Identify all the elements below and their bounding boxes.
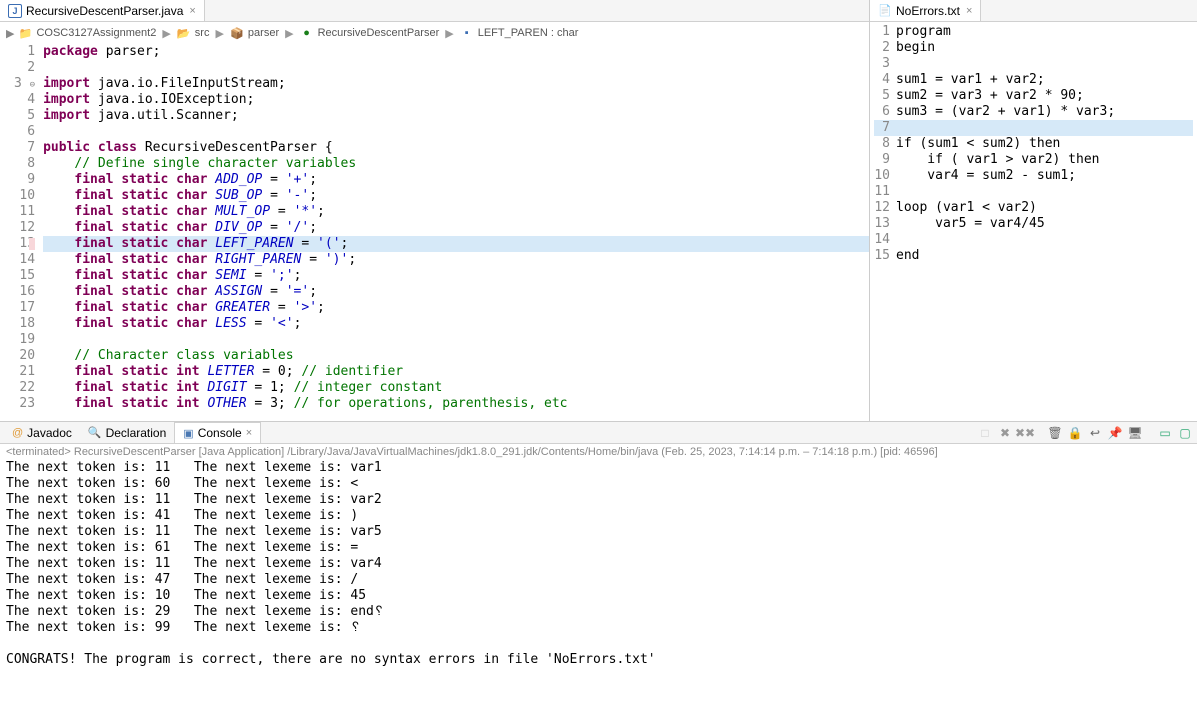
scroll-lock-icon[interactable]: 🔒 [1067, 425, 1083, 441]
text-file-icon: 📄 [878, 4, 892, 18]
close-icon[interactable]: × [189, 5, 195, 17]
tab-javadoc[interactable]: @ Javadoc [4, 422, 80, 443]
package-icon: 📦 [230, 26, 244, 40]
breadcrumb-src[interactable]: src [195, 27, 210, 39]
tab-java-file[interactable]: J RecursiveDescentParser.java × [0, 0, 205, 21]
project-icon: 📁 [18, 26, 32, 40]
declaration-icon: 🔍 [88, 426, 102, 439]
tab-console[interactable]: ▣ Console × [174, 422, 261, 443]
chevron-right-icon: ▶ [445, 27, 453, 40]
java-file-icon: J [8, 4, 22, 18]
tab-declaration[interactable]: 🔍 Declaration [80, 422, 174, 443]
close-icon[interactable]: × [966, 5, 972, 17]
remove-all-icon[interactable]: ✖✖ [1017, 425, 1033, 441]
close-icon[interactable]: × [246, 427, 252, 439]
views-tab-bar: @ Javadoc 🔍 Declaration ▣ Console × □ ✖ … [0, 422, 1197, 444]
minimize-icon[interactable]: ▭ [1157, 425, 1173, 441]
right-tab-bar: 📄 NoErrors.txt × [870, 0, 1197, 22]
javadoc-icon: @ [12, 427, 23, 439]
chevron-right-icon[interactable]: ▶ [6, 27, 14, 40]
tab-label: Declaration [106, 426, 167, 440]
console-status: <terminated> RecursiveDescentParser [Jav… [0, 444, 1197, 460]
chevron-right-icon: ▶ [215, 27, 223, 40]
bottom-panel: @ Javadoc 🔍 Declaration ▣ Console × □ ✖ … [0, 422, 1197, 708]
remove-launch-icon[interactable]: ✖ [997, 425, 1013, 441]
code-content[interactable]: package parser; import java.io.FileInput… [43, 44, 869, 421]
word-wrap-icon[interactable]: ↩ [1087, 425, 1103, 441]
tab-label: Javadoc [27, 426, 72, 440]
blank-icon[interactable]: □ [977, 425, 993, 441]
display-console-icon[interactable]: 🖥 [1127, 425, 1143, 441]
chevron-right-icon: ▶ [285, 27, 293, 40]
right-editor-pane: 📄 NoErrors.txt × 1program2begin3 4sum1 =… [870, 0, 1197, 421]
folder-icon: 📂 [177, 26, 191, 40]
tab-title: RecursiveDescentParser.java [26, 4, 183, 18]
console-icon: ▣ [183, 427, 193, 440]
chevron-right-icon: ▶ [162, 27, 170, 40]
breadcrumb-member[interactable]: LEFT_PAREN : char [478, 27, 579, 39]
left-editor-pane: J RecursiveDescentParser.java × ▶ 📁 COSC… [0, 0, 870, 421]
breadcrumb-package[interactable]: parser [248, 27, 279, 39]
left-tab-bar: J RecursiveDescentParser.java × [0, 0, 869, 22]
tab-label: Console [198, 426, 242, 440]
console-toolbar: □ ✖ ✖✖ 🗑 🔒 ↩ 📌 🖥 ▭ ▢ [977, 425, 1193, 441]
class-icon: ● [300, 26, 314, 40]
java-code-editor[interactable]: 123 ⊖4567891011121314151617181920212223 … [0, 44, 869, 421]
clear-console-icon[interactable]: 🗑 [1047, 425, 1063, 441]
line-number-gutter: 123 ⊖4567891011121314151617181920212223 [0, 44, 43, 421]
text-editor[interactable]: 1program2begin3 4sum1 = var1 + var2;5sum… [870, 22, 1197, 266]
tab-text-file[interactable]: 📄 NoErrors.txt × [870, 0, 981, 21]
tab-title: NoErrors.txt [896, 4, 960, 18]
maximize-icon[interactable]: ▢ [1177, 425, 1193, 441]
breadcrumb-project[interactable]: COSC3127Assignment2 [36, 27, 156, 39]
field-icon: ▪ [460, 26, 474, 40]
pin-console-icon[interactable]: 📌 [1107, 425, 1123, 441]
console-output[interactable]: The next token is: 11 The next lexeme is… [0, 460, 1197, 708]
breadcrumb: ▶ 📁 COSC3127Assignment2 ▶ 📂 src ▶ 📦 pars… [0, 22, 869, 44]
breadcrumb-class[interactable]: RecursiveDescentParser [318, 27, 440, 39]
